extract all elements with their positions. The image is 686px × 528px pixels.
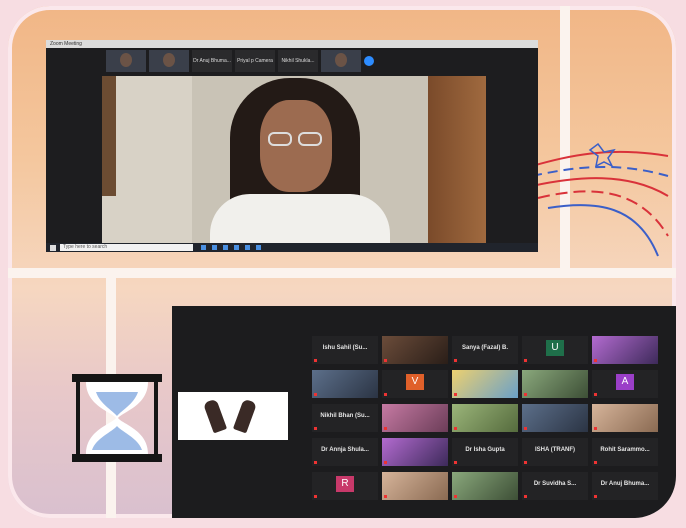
participant-strip: Dr Anuj Bhuma... Priyal p Camera Nikhil … [106, 50, 374, 72]
participant-tile[interactable] [382, 336, 448, 364]
participant-tile[interactable] [592, 336, 658, 364]
shelf [102, 76, 116, 196]
participant-tile[interactable] [522, 370, 588, 398]
muted-mic-icon [384, 495, 387, 498]
muted-mic-icon [594, 393, 597, 396]
muted-mic-icon [314, 461, 317, 464]
participant-tile[interactable] [382, 472, 448, 500]
participant-thumbnail[interactable]: Priyal p Camera [235, 50, 275, 72]
participant-tile[interactable] [312, 370, 378, 398]
active-speaker-video [102, 76, 486, 244]
hourglass-illustration [72, 374, 162, 462]
taskbar-app-icon[interactable] [245, 245, 250, 250]
participant-tile[interactable] [382, 404, 448, 432]
participant-tile[interactable] [452, 472, 518, 500]
participant-tile[interactable]: ISHA (TRANF) [522, 438, 588, 466]
participant-name: Dr Anuj Bhuma... [600, 481, 650, 487]
participant-tile[interactable]: Sanya (Fazal) B. [452, 336, 518, 364]
ribbon-decoration [531, 142, 669, 257]
muted-mic-icon [384, 359, 387, 362]
muted-mic-icon [594, 495, 597, 498]
participant-tile[interactable]: V [382, 370, 448, 398]
participant-name: Rohit Sarammo... [600, 447, 650, 453]
participant-name: Sanya (Fazal) B. [461, 345, 508, 351]
participant-name: Dr Suvidha S... [533, 481, 577, 487]
windows-start-icon[interactable] [50, 244, 56, 251]
muted-mic-icon [454, 495, 457, 498]
shared-screen-thumbnail[interactable] [178, 392, 288, 440]
zoom-gallery-view: Ishu Sahil (Su... Sanya (Fazal) B. U V A Nikh… [172, 306, 676, 518]
taskbar-search-input[interactable]: Type here to search [60, 244, 193, 251]
muted-mic-icon [594, 359, 597, 362]
participant-thumbnail[interactable] [321, 50, 361, 72]
participant-tile[interactable] [452, 404, 518, 432]
participant-name: Ishu Sahil (Su... [322, 345, 368, 351]
taskbar-app-icon[interactable] [201, 245, 206, 250]
muted-mic-icon [524, 461, 527, 464]
avatar: V [406, 374, 424, 390]
windows-taskbar: Type here to search [46, 243, 538, 252]
participant-tile[interactable]: Dr Suvidha S... [522, 472, 588, 500]
participant-name: Dr Isha Gupta [465, 447, 505, 453]
participant-tile[interactable]: Dr Annja Shula... [312, 438, 378, 466]
muted-mic-icon [524, 359, 527, 362]
avatar: A [616, 374, 634, 390]
muted-mic-icon [594, 427, 597, 430]
participant-tile[interactable]: U [522, 336, 588, 364]
door [428, 76, 486, 244]
muted-mic-icon [594, 461, 597, 464]
participant-tile[interactable]: Dr Isha Gupta [452, 438, 518, 466]
muted-mic-icon [384, 427, 387, 430]
taskbar-app-icon[interactable] [234, 245, 239, 250]
taskbar-apps [201, 245, 261, 250]
muted-mic-icon [524, 495, 527, 498]
muted-mic-icon [454, 461, 457, 464]
participant-thumbnail[interactable]: Nikhil Shukla... [278, 50, 318, 72]
participant-thumbnail[interactable] [149, 50, 189, 72]
participant-tile[interactable] [522, 404, 588, 432]
collage-frame: Zoom Meeting Dr Anuj Bhuma... Priyal p C… [8, 6, 676, 518]
muted-mic-icon [454, 427, 457, 430]
participant-tile[interactable]: Ishu Sahil (Su... [312, 336, 378, 364]
participant-name: Nikhil Bhan (Su... [320, 413, 370, 419]
taskbar-app-icon[interactable] [212, 245, 217, 250]
participant-tile[interactable] [452, 370, 518, 398]
avatar: U [546, 340, 564, 356]
participant-tile[interactable]: Nikhil Bhan (Su... [312, 404, 378, 432]
participant-tile[interactable]: R [312, 472, 378, 500]
muted-mic-icon [384, 461, 387, 464]
participant-tile[interactable]: Dr Anuj Bhuma... [592, 472, 658, 500]
taskbar-app-icon[interactable] [223, 245, 228, 250]
avatar: R [336, 476, 354, 492]
muted-mic-icon [454, 393, 457, 396]
participant-tile[interactable] [592, 404, 658, 432]
window-title: Zoom Meeting [46, 40, 538, 48]
muted-mic-icon [314, 359, 317, 362]
participant-tile[interactable] [382, 438, 448, 466]
muted-mic-icon [384, 393, 387, 396]
muted-mic-icon [314, 393, 317, 396]
glasses [268, 132, 326, 146]
muted-mic-icon [314, 427, 317, 430]
participant-name: ISHA (TRANF) [534, 447, 576, 453]
divider-horizontal [8, 268, 676, 278]
muted-mic-icon [314, 495, 317, 498]
muted-mic-icon [454, 359, 457, 362]
participant-tile[interactable]: A [592, 370, 658, 398]
participant-thumbnail[interactable] [106, 50, 146, 72]
strip-next-arrow-icon[interactable] [364, 56, 374, 66]
muted-mic-icon [524, 427, 527, 430]
participant-grid: Ishu Sahil (Su... Sanya (Fazal) B. U V A Nikh… [312, 336, 658, 500]
muted-mic-icon [524, 393, 527, 396]
taskbar-app-icon[interactable] [256, 245, 261, 250]
zoom-meeting-window: Zoom Meeting Dr Anuj Bhuma... Priyal p C… [46, 40, 538, 252]
participant-name: Dr Annja Shula... [321, 447, 369, 453]
participant-tile[interactable]: Rohit Sarammo... [592, 438, 658, 466]
participant-thumbnail[interactable]: Dr Anuj Bhuma... [192, 50, 232, 72]
